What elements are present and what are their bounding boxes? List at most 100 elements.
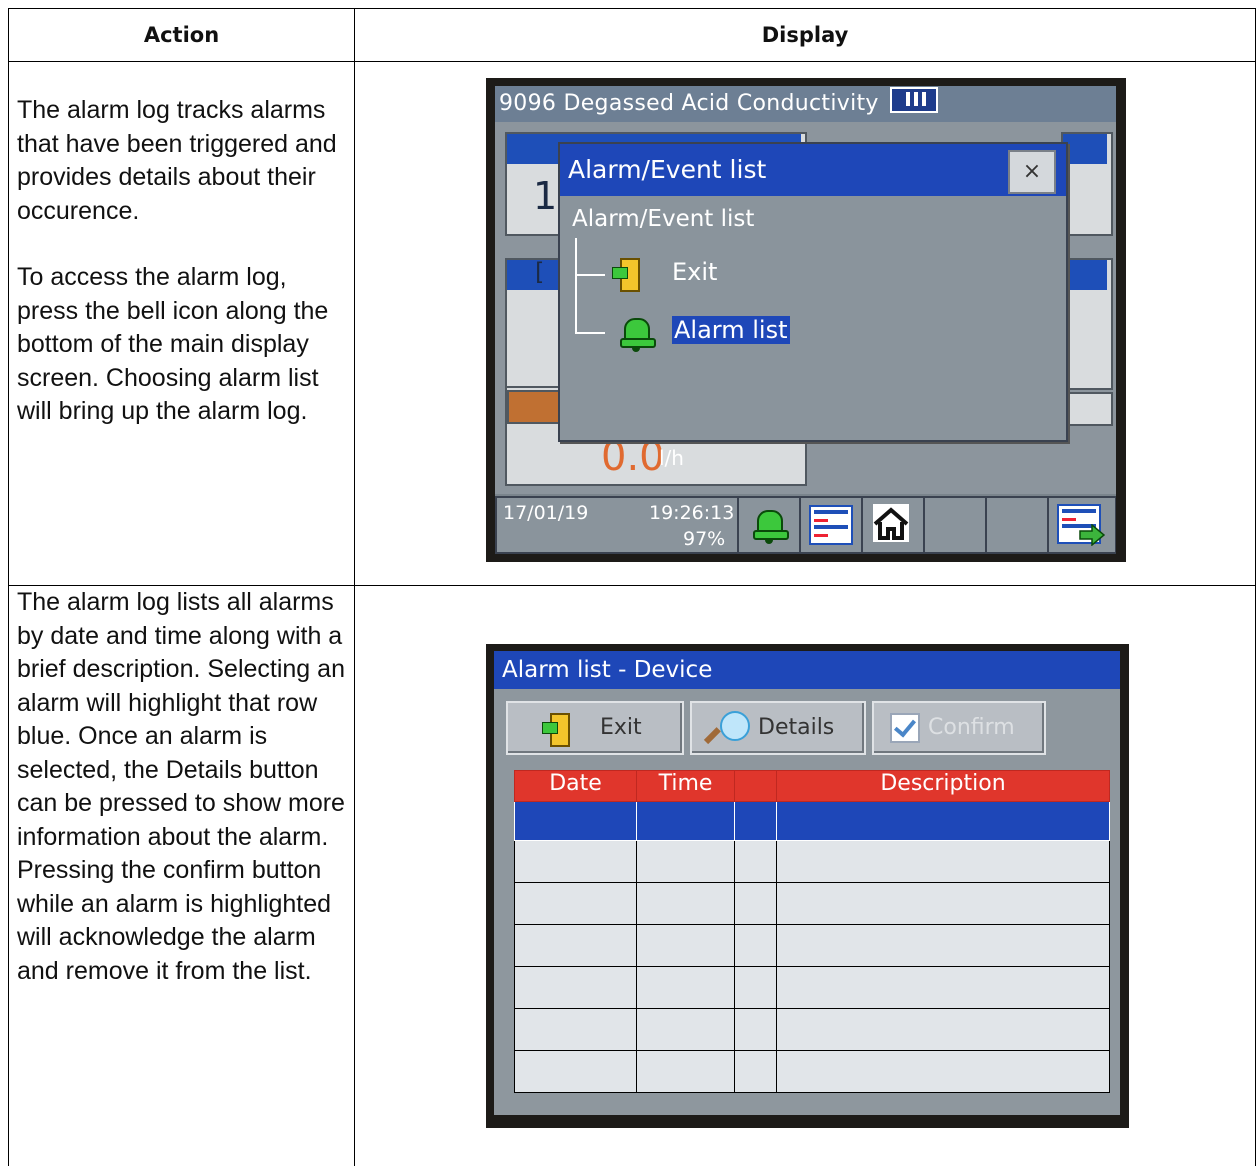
panel-header-5 [507, 390, 561, 424]
screen-title-bar: 9096 Degassed Acid Conductivity [495, 86, 1116, 122]
measure-panel-6[interactable] [1061, 392, 1113, 426]
table-view-button[interactable] [799, 496, 863, 554]
confirm-button-label: Confirm [928, 703, 1015, 753]
table-cell[interactable] [637, 841, 735, 883]
alarm-bell-button[interactable] [737, 496, 801, 554]
home-button[interactable] [861, 496, 925, 554]
panel-header-4 [1063, 260, 1107, 290]
table-cell[interactable] [777, 802, 1110, 841]
table-cell[interactable] [735, 925, 777, 967]
exit-button[interactable]: Exit [506, 701, 684, 755]
display-cell-2: Alarm list - Device Exit Details Confirm [355, 586, 1256, 1166]
action-cell-2: The alarm log lists all alarms by date a… [9, 586, 355, 1166]
header-action: Action [9, 9, 355, 62]
table-cell[interactable] [777, 967, 1110, 1009]
action-cell-1: The alarm log tracks alarms that have be… [9, 62, 355, 586]
table-cell[interactable] [777, 925, 1110, 967]
alarm-list-title: Alarm list - Device [494, 651, 1120, 689]
exit-icon [612, 258, 640, 288]
table-row[interactable] [515, 841, 1110, 883]
table-cell[interactable] [515, 841, 637, 883]
table-export-button[interactable] [1047, 496, 1116, 554]
table-cell[interactable] [735, 1009, 777, 1051]
empty-button-1[interactable] [923, 496, 987, 554]
battery-icon [890, 87, 938, 113]
table-cell[interactable] [735, 802, 777, 841]
table-cell[interactable] [637, 925, 735, 967]
alarm-table-header: Date Time Description [515, 771, 1110, 802]
panel-header-2 [1063, 134, 1107, 164]
bottom-toolbar: 17/01/19 19:26:13 97% [495, 494, 1116, 554]
tree-branch-exit [575, 274, 605, 276]
table-cell[interactable] [515, 1051, 637, 1093]
table-cell[interactable] [777, 1009, 1110, 1051]
table-row[interactable] [515, 1051, 1110, 1093]
home-icon [869, 502, 913, 544]
alarm-event-dialog: Alarm/Event list × Alarm/Event list Exit… [558, 142, 1068, 442]
table-cell[interactable] [777, 1051, 1110, 1093]
table-icon [809, 505, 853, 545]
table-row[interactable] [515, 1009, 1110, 1051]
status-cell: 17/01/19 19:26:13 97% [495, 496, 739, 554]
details-button-label: Details [758, 703, 834, 753]
table-row[interactable] [515, 883, 1110, 925]
table-cell[interactable] [777, 883, 1110, 925]
table-cell[interactable] [735, 967, 777, 1009]
table-cell[interactable] [515, 925, 637, 967]
screen-title: 9096 Degassed Acid Conductivity [499, 91, 879, 116]
device-screen-alarm-list: Alarm list - Device Exit Details Confirm [486, 644, 1129, 1128]
column-blank[interactable] [735, 771, 777, 802]
lcd-alarm-list: Alarm list - Device Exit Details Confirm [494, 651, 1120, 1115]
bell-icon [753, 506, 785, 544]
arrow-right-icon [1079, 524, 1105, 546]
device-screen-main: 9096 Degassed Acid Conductivity 1 [ [486, 78, 1126, 562]
action-text-1b: To access the alarm log, press the bell … [17, 261, 350, 429]
table-cell[interactable] [735, 841, 777, 883]
table-cell[interactable] [735, 883, 777, 925]
tree-branch-alarm [575, 332, 605, 334]
table-cell[interactable] [735, 1051, 777, 1093]
lcd-main: 9096 Degassed Acid Conductivity 1 [ [495, 86, 1116, 554]
panel-label-3: [ [535, 258, 544, 286]
confirm-button[interactable]: Confirm [872, 701, 1046, 755]
flow-unit: l/h [659, 446, 684, 470]
exit-button-label: Exit [600, 703, 642, 753]
display-cell-1: 9096 Degassed Acid Conductivity 1 [ [355, 62, 1256, 586]
table-row-selected[interactable] [515, 802, 1110, 841]
manual-table: Action Display The alarm log tracks alar… [8, 8, 1256, 1166]
table-row[interactable] [515, 925, 1110, 967]
magnifier-icon [706, 709, 748, 749]
dialog-close-button[interactable]: × [1008, 150, 1056, 194]
action-text-2a: The alarm log lists all alarms by date a… [17, 586, 350, 854]
status-date: 17/01/19 [503, 502, 588, 524]
tree-root-label: Alarm/Event list [572, 206, 754, 232]
column-date[interactable]: Date [515, 771, 637, 802]
empty-button-2[interactable] [985, 496, 1049, 554]
table-cell[interactable] [515, 802, 637, 841]
table-row[interactable] [515, 967, 1110, 1009]
column-description[interactable]: Description [777, 771, 1110, 802]
tree-item-alarm-list[interactable]: Alarm list [672, 316, 790, 344]
status-time: 19:26:13 [649, 502, 734, 524]
tree-item-exit[interactable]: Exit [672, 258, 717, 286]
alarm-list-selected-label[interactable]: Alarm list [672, 316, 790, 344]
header-display: Display [355, 9, 1256, 62]
table-cell[interactable] [515, 967, 637, 1009]
action-text-2b: Pressing the confirm button while an ala… [17, 854, 350, 988]
action-text-1a: The alarm log tracks alarms that have be… [17, 94, 350, 228]
table-cell[interactable] [637, 967, 735, 1009]
table-cell[interactable] [637, 883, 735, 925]
table-cell[interactable] [637, 1009, 735, 1051]
table-cell[interactable] [637, 802, 735, 841]
table-cell[interactable] [515, 1009, 637, 1051]
checkbox-icon [890, 713, 920, 743]
exit-icon [542, 713, 570, 743]
column-time[interactable]: Time [637, 771, 735, 802]
alarm-table: Date Time Description [514, 770, 1110, 1093]
table-cell[interactable] [515, 883, 637, 925]
details-button[interactable]: Details [690, 701, 866, 755]
tree-connector [575, 238, 577, 334]
panel-value-1: 1 [533, 174, 557, 218]
table-cell[interactable] [777, 841, 1110, 883]
table-cell[interactable] [637, 1051, 735, 1093]
